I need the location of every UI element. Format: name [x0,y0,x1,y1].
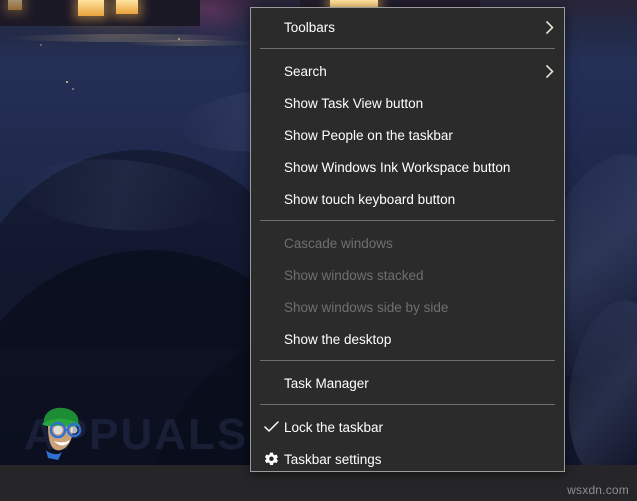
menu-gutter [259,259,284,291]
menu-gutter [259,119,284,151]
menu-item-label: Show Windows Ink Workspace button [284,159,511,175]
menu-gutter [259,227,284,259]
menu-separator [260,360,555,361]
menu-item-show-windows-side-by-side: Show windows side by side [251,291,564,323]
lit-window [8,0,22,10]
checkmark-icon [259,411,284,443]
light-speck [66,81,68,83]
gear-icon [259,443,284,475]
lit-window [116,0,138,14]
menu-gutter [259,151,284,183]
menu-item-label: Cascade windows [284,235,393,251]
menu-gutter [259,291,284,323]
menu-item-label: Show Task View button [284,95,424,111]
menu-item-taskbar-settings[interactable]: Taskbar settings [251,443,564,475]
chevron-right-icon [538,64,554,78]
lit-window [78,0,104,16]
site-watermark: wsxdn.com [567,483,629,497]
menu-item-show-touch-keyboard-button[interactable]: Show touch keyboard button [251,183,564,215]
menu-gutter [259,55,284,87]
menu-gutter [259,87,284,119]
menu-item-toolbars[interactable]: Toolbars [251,11,564,43]
menu-separator [260,404,555,405]
screen: APPUALS wsxdn.com Toolbars Search Show T… [0,0,637,501]
menu-gutter [259,367,284,399]
menu-item-label: Show windows stacked [284,267,424,283]
menu-item-label: Show the desktop [284,331,392,347]
menu-separator [260,48,555,49]
menu-separator [260,220,555,221]
menu-item-label: Lock the taskbar [284,419,384,435]
menu-gutter [259,323,284,355]
light-speck [72,88,74,90]
appuals-mascot-icon [42,407,82,460]
menu-item-label: Search [284,63,327,79]
menu-item-cascade-windows: Cascade windows [251,227,564,259]
grass-glow-band [120,40,260,46]
menu-gutter [259,183,284,215]
menu-item-label: Show touch keyboard button [284,191,456,207]
light-speck [40,44,42,46]
menu-item-label: Task Manager [284,375,369,391]
menu-item-show-windows-ink-workspace-button[interactable]: Show Windows Ink Workspace button [251,151,564,183]
light-speck [178,38,180,40]
menu-item-search[interactable]: Search [251,55,564,87]
menu-item-show-people-on-the-taskbar[interactable]: Show People on the taskbar [251,119,564,151]
menu-item-label: Show windows side by side [284,299,449,315]
menu-gutter [259,11,284,43]
menu-item-lock-the-taskbar[interactable]: Lock the taskbar [251,411,564,443]
taskbar-context-menu[interactable]: Toolbars Search Show Task View button Sh… [250,7,565,472]
chevron-right-icon [538,20,554,34]
menu-item-show-windows-stacked: Show windows stacked [251,259,564,291]
menu-item-label: Show People on the taskbar [284,127,453,143]
menu-item-task-manager[interactable]: Task Manager [251,367,564,399]
menu-item-label: Toolbars [284,19,336,35]
menu-item-label: Taskbar settings [284,451,382,467]
menu-item-show-the-desktop[interactable]: Show the desktop [251,323,564,355]
menu-item-show-task-view-button[interactable]: Show Task View button [251,87,564,119]
